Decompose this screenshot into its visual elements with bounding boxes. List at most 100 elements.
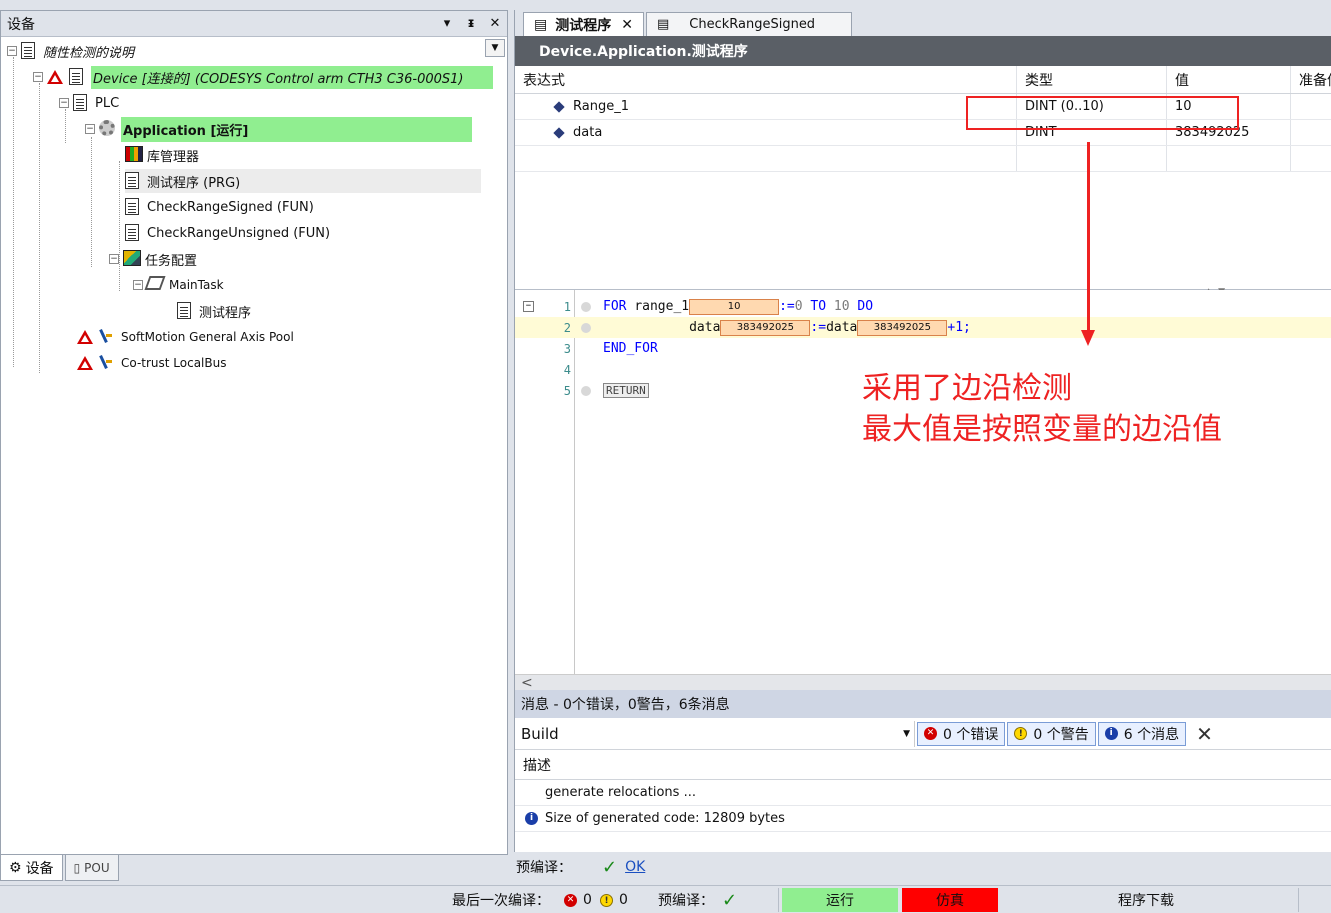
tree-item-label: CheckRangeSigned (FUN) [147, 199, 314, 215]
tree-item-check-range-signed[interactable]: CheckRangeSigned (FUN) [125, 195, 314, 219]
warning-icon [77, 328, 95, 346]
pou-icon: ▤ [656, 17, 670, 32]
info-filter-button[interactable]: i 6 个消息 [1097, 721, 1187, 746]
collapse-icon[interactable]: − [85, 124, 95, 134]
line-number: 3 [563, 341, 571, 356]
tree-item-task-program[interactable]: 测试程序 [177, 299, 251, 323]
simulation-status-badge[interactable]: 仿真 [902, 888, 998, 912]
code-editor[interactable]: − 1 FOR range_1 10:= 0 TO 10 DO 2 data 3834… [515, 290, 1331, 692]
device-panel: 设备 ▾ ᵻ ✕ ▼ − 随性检测的说明 − Device [连接的] (COD… [0, 10, 508, 855]
line-number: 1 [563, 299, 571, 314]
collapse-icon[interactable]: − [59, 98, 69, 108]
col-value[interactable]: 值 [1167, 66, 1291, 93]
tree-dropdown-button[interactable]: ▼ [485, 39, 505, 57]
table-row-empty [515, 146, 1331, 172]
check-icon: ✓ [602, 856, 618, 878]
tab-devices[interactable]: ⚙ 设备 [0, 855, 63, 881]
build-errors[interactable]: ✕ 0 [564, 886, 592, 913]
breakpoint-marker[interactable] [581, 322, 591, 333]
tree-line [13, 57, 14, 367]
tree-item-label: 随性检测的说明 [43, 45, 135, 61]
pin-button[interactable]: ᵻ [459, 16, 483, 31]
collapse-icon[interactable]: − [109, 254, 119, 264]
left-panel-tabs: ⚙ 设备 ▯ POU [0, 855, 508, 883]
annotation-box [966, 96, 1239, 130]
tree-item-localbus[interactable]: Co-trust LocalBus [77, 351, 226, 375]
build-warnings[interactable]: ! 0 [600, 886, 628, 913]
tree-item-softmotion[interactable]: SoftMotion General Axis Pool [77, 325, 294, 349]
last-build-label: 最后一次编译： [452, 893, 550, 909]
tree-item-library-manager[interactable]: 库管理器 [125, 143, 199, 167]
inline-value: 383492025 [720, 319, 811, 336]
code-line[interactable]: 3 END_FOR [515, 338, 1331, 359]
expression-cell: data [573, 125, 603, 140]
bus-icon [99, 354, 117, 372]
task-icon [144, 276, 166, 294]
col-description[interactable]: 描述 [515, 750, 1331, 780]
list-item[interactable]: i Size of generated code: 12809 bytes [515, 806, 1331, 832]
tree-item-label: MainTask [169, 278, 224, 292]
editor-path-bar: Device.Application.测试程序 [515, 36, 1331, 66]
program-call-icon [177, 302, 195, 320]
tab-check-range-signed[interactable]: ▤ CheckRangeSigned [645, 12, 853, 36]
annotation-line-1: 采用了边沿检测 [862, 371, 1072, 406]
col-expression[interactable]: 表达式 [515, 66, 1017, 93]
collapse-icon[interactable]: − [33, 72, 43, 82]
tree-item-label: 测试程序 [199, 305, 252, 321]
tree-item-plc[interactable]: − PLC [59, 91, 119, 115]
prepared-value-cell[interactable] [1291, 120, 1331, 145]
warnings-filter-button[interactable]: ! 0 个警告 [1007, 721, 1096, 746]
tree-item-label: PLC [95, 95, 120, 111]
code-line[interactable]: 2 data 383492025:= data 383492025 +1; [515, 317, 1331, 338]
tree-item-main-task[interactable]: − MainTask [133, 273, 224, 297]
list-item[interactable]: generate relocations ... [515, 780, 1331, 806]
col-prepared-value[interactable]: 准备值 [1291, 66, 1331, 93]
scroll-left-icon[interactable]: < [521, 675, 533, 691]
prepared-value-cell[interactable] [1291, 94, 1331, 119]
tree-item-test-program[interactable]: 测试程序 (PRG) [125, 169, 481, 193]
variable-icon [553, 100, 565, 113]
fold-icon[interactable]: − [523, 301, 534, 312]
annotation-arrow-head [1081, 330, 1095, 346]
run-status-badge[interactable]: 运行 [782, 888, 898, 912]
device-panel-title: 设备 [7, 16, 35, 33]
error-icon: ✕ [564, 893, 577, 907]
tree-item-label: Co-trust LocalBus [121, 356, 227, 370]
messages-panel: 消息 - 0个错误，0警告，6条消息 Build ▼ ✕ 0 个错误 ! 0 个… [514, 690, 1331, 852]
task-config-icon [123, 250, 141, 268]
precompile-label: 预编译： [516, 860, 572, 876]
annotation-text: 采用了边沿检测 最大值是按照变量的边沿值 [862, 368, 1222, 450]
col-type[interactable]: 类型 [1017, 66, 1167, 93]
warning-icon: ! [1014, 727, 1028, 740]
device-tree: ▼ − 随性检测的说明 − Device [连接的] (CODESYS Cont… [1, 37, 507, 854]
panel-menu-button[interactable]: ▾ [435, 16, 459, 31]
annotation-line-2: 最大值是按照变量的边沿值 [862, 412, 1222, 447]
tab-test-program[interactable]: ▤ 测试程序 ✕ [523, 12, 644, 36]
breakpoint-marker[interactable] [581, 301, 591, 312]
project-icon [21, 42, 39, 60]
tree-item-label: Device [连接的] (CODESYS Control arm CTH3 C… [91, 65, 494, 89]
close-tab-button[interactable]: ✕ [621, 17, 633, 33]
clear-messages-icon[interactable]: ✕ [1196, 722, 1213, 746]
tab-pou[interactable]: ▯ POU [64, 855, 119, 881]
close-panel-button[interactable]: ✕ [483, 16, 507, 31]
collapse-icon[interactable]: − [133, 280, 143, 290]
program-download-status[interactable]: 程序下载 [1118, 886, 1174, 913]
errors-filter-button[interactable]: ✕ 0 个错误 [917, 721, 1006, 746]
collapse-icon[interactable]: − [7, 46, 17, 56]
breakpoint-marker[interactable] [581, 385, 591, 396]
inline-value: 383492025 [857, 319, 948, 336]
devices-icon: ⚙ [9, 859, 22, 876]
messages-title: 消息 - 0个错误，0警告，6条消息 [515, 690, 1331, 718]
message-source-select[interactable]: Build ▼ [515, 720, 915, 747]
tree-item-application[interactable]: − Application [运行] [85, 116, 473, 142]
warning-icon [47, 68, 65, 86]
tree-item-root[interactable]: − 随性检测的说明 [7, 39, 134, 63]
chevron-down-icon: ▼ [903, 728, 910, 739]
tree-item-device[interactable]: − Device [连接的] (CODESYS Control arm CTH3… [33, 65, 494, 89]
tree-item-check-range-unsigned[interactable]: CheckRangeUnsigned (FUN) [125, 221, 330, 245]
precompile-ok-link[interactable]: OK [625, 859, 645, 875]
info-icon: i [1104, 727, 1118, 740]
tree-item-task-config[interactable]: − 任务配置 [109, 247, 197, 271]
precompile-status-label: 预编译： [658, 893, 714, 909]
